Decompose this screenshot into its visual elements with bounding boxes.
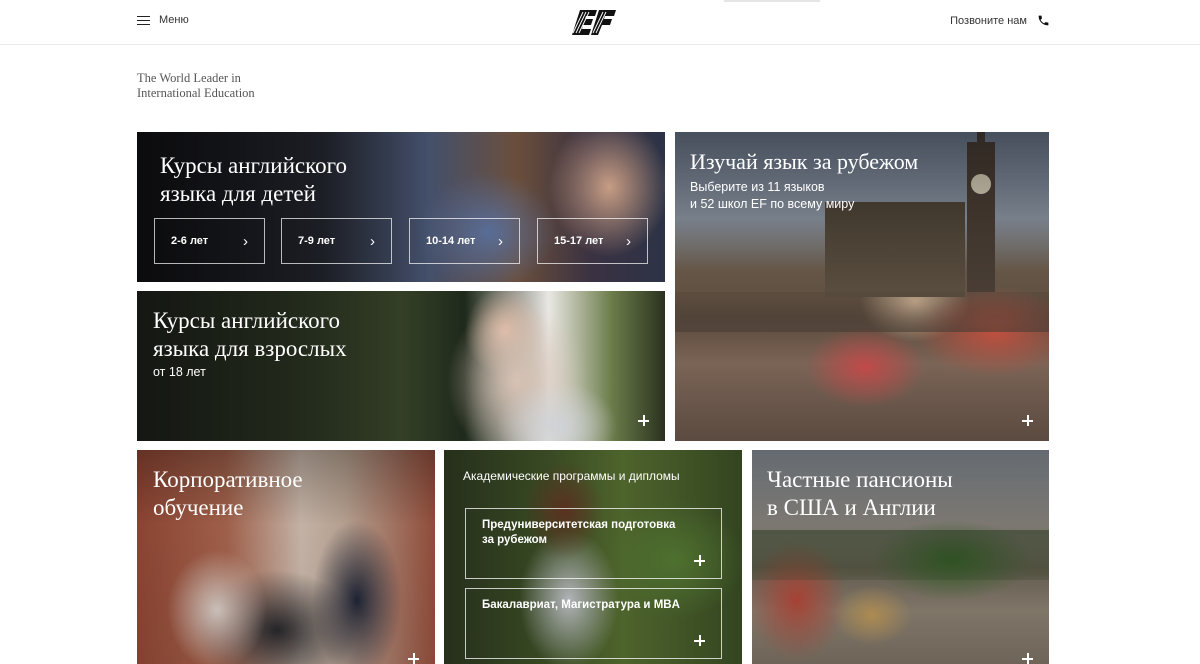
abroad-title: Изучай язык за рубежом <box>690 149 919 174</box>
tile-boarding-schools[interactable]: Частные пансионы в США и Англии <box>752 450 1049 664</box>
age-button-15-17[interactable]: 15-17 лет › <box>537 218 648 264</box>
academic-title: Академические программы и дипломы <box>463 469 680 483</box>
plus-icon <box>694 555 705 566</box>
site-header: Меню EF Позвоните нам <box>0 0 1200 45</box>
academic-option-pre-university[interactable]: Предуниверситетская подготовка за рубежо… <box>465 508 722 579</box>
chevron-right-icon: › <box>243 232 248 250</box>
academic-option-degrees[interactable]: Бакалавриат, Магистратура и MBA <box>465 588 722 659</box>
tagline: The World Leader in International Educat… <box>137 71 255 101</box>
plus-icon <box>1022 653 1033 664</box>
adults-subtitle: от 18 лет <box>153 365 206 379</box>
menu-button[interactable]: Меню <box>137 14 189 26</box>
ef-logo[interactable]: EF <box>571 9 617 36</box>
corporate-title: Корпоративное обучение <box>153 467 303 520</box>
phone-icon <box>1038 15 1049 26</box>
tile-corporate[interactable]: Корпоративное обучение <box>137 450 435 664</box>
call-us-link[interactable]: Позвоните нам <box>950 14 1050 27</box>
plus-icon <box>1022 415 1033 426</box>
plus-icon <box>694 635 705 646</box>
age-button-10-14[interactable]: 10-14 лет › <box>409 218 520 264</box>
age-button-2-6[interactable]: 2-6 лет › <box>154 218 265 264</box>
menu-label: Меню <box>159 14 189 26</box>
abroad-subtitle: Выберите из 11 языков и 52 школ EF по вс… <box>690 180 855 211</box>
kids-title: Курсы английского языка для детей <box>160 153 347 206</box>
age-button-7-9[interactable]: 7-9 лет › <box>281 218 392 264</box>
top-indicator <box>724 0 820 2</box>
plus-icon <box>408 653 419 664</box>
chevron-right-icon: › <box>370 232 375 250</box>
tagline-line-2: International Education <box>137 86 255 100</box>
hamburger-icon <box>137 15 150 26</box>
boarding-title: Частные пансионы в США и Англии <box>767 467 953 520</box>
tagline-line-1: The World Leader in <box>137 71 241 85</box>
chevron-right-icon: › <box>626 232 631 250</box>
plus-icon <box>638 415 649 426</box>
adults-title: Курсы английского языка для взрослых <box>153 308 347 361</box>
tile-study-abroad[interactable]: Изучай язык за рубежом Выберите из 11 яз… <box>675 132 1049 441</box>
tile-adult-courses[interactable]: Курсы английского языка для взрослых от … <box>137 291 665 441</box>
call-label: Позвоните нам <box>950 14 1027 27</box>
chevron-right-icon: › <box>498 232 503 250</box>
